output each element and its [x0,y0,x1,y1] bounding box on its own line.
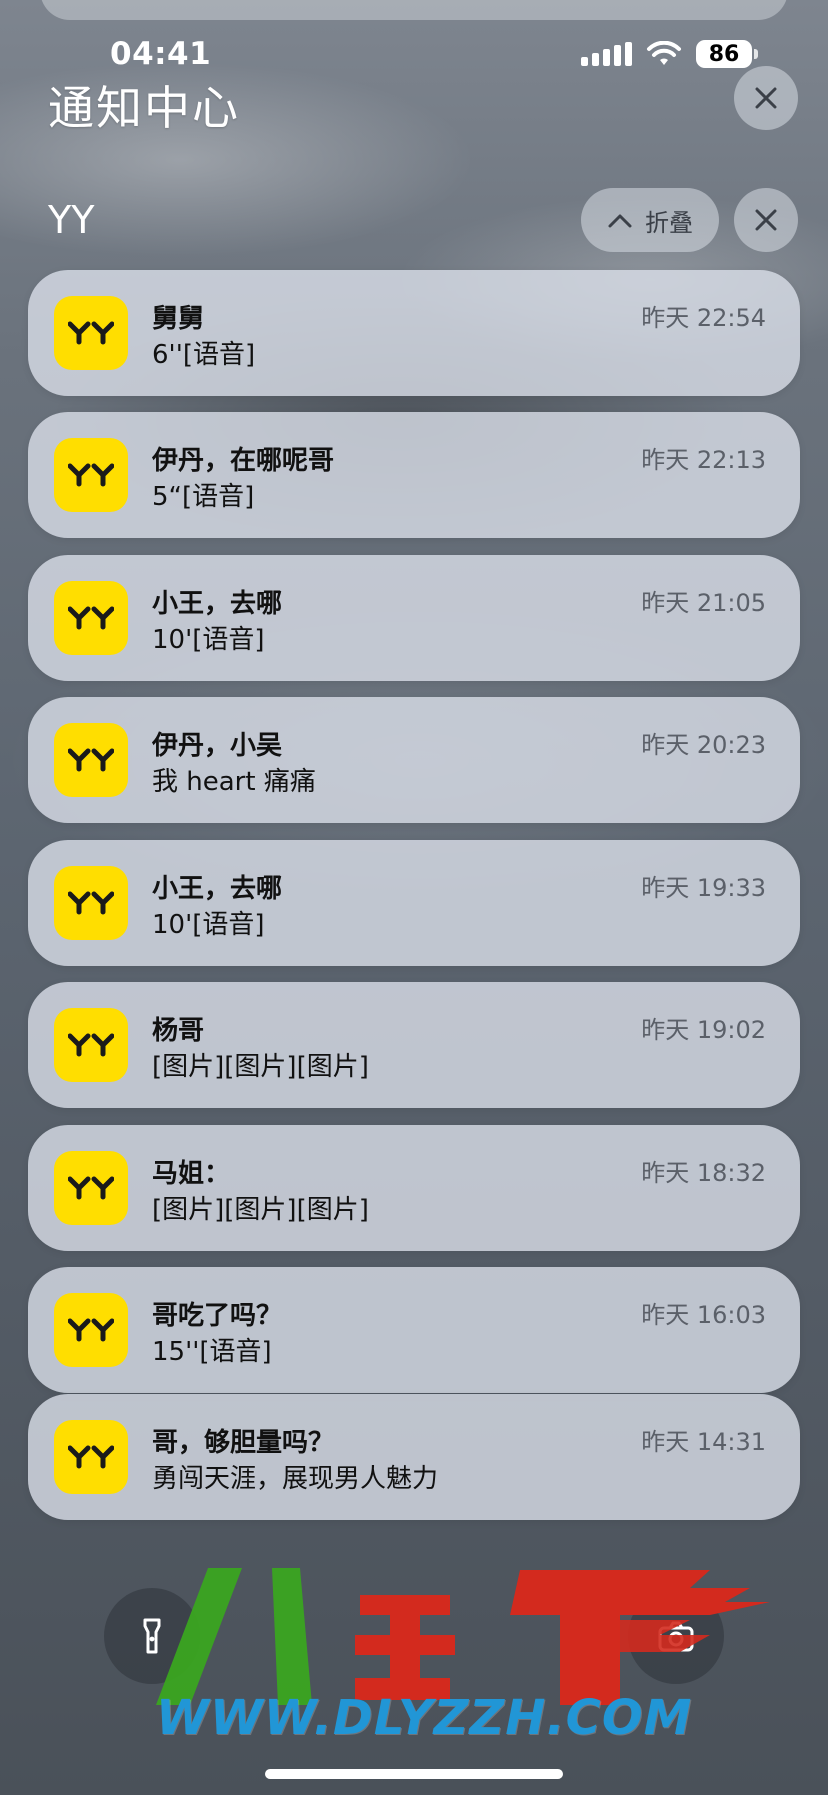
notification-card[interactable]: 哥，够胆量吗？ 勇闯天涯，展现男人魅力 昨天 14:31 [28,1394,800,1520]
close-icon [755,209,777,231]
notification-title: 小王，去哪 [152,874,283,904]
notification-card[interactable]: 小王，去哪 10'[语音] 昨天 19:33 [28,840,800,966]
notification-body: [图片][图片][图片] [152,1052,369,1082]
chevron-up-icon [608,214,632,228]
yy-app-icon [54,1151,128,1225]
yy-logo-icon [68,748,114,772]
notification-time: 昨天 21:05 [641,589,766,617]
yy-logo-icon [68,606,114,630]
battery-indicator: 86 [696,40,758,68]
notification-card[interactable]: 杨哥 [图片][图片][图片] 昨天 19:02 [28,982,800,1108]
wifi-icon [647,41,681,65]
collapse-button[interactable]: 折叠 [581,188,719,252]
home-indicator[interactable] [265,1769,563,1779]
close-icon [755,87,777,109]
clear-group-button[interactable] [734,188,798,252]
yy-app-icon [54,296,128,370]
notification-card[interactable]: 哥吃了吗？ 15''[语音] 昨天 16:03 [28,1267,800,1393]
yy-app-icon [54,1420,128,1494]
yy-app-icon [54,1008,128,1082]
notification-body: 15''[语音] [152,1337,272,1367]
yy-app-icon [54,581,128,655]
status-icons: 86 [581,40,758,68]
signal-icon [581,42,632,66]
yy-logo-icon [68,1033,114,1057]
notification-time: 昨天 16:03 [641,1301,766,1329]
collapse-label: 折叠 [645,208,693,237]
notification-card[interactable]: 伊丹，小吴 我 heart 痛痛 昨天 20:23 [28,697,800,823]
previous-notification-edge [40,0,788,20]
notification-time: 昨天 14:31 [641,1428,766,1456]
notification-body: 5“[语音] [152,482,255,512]
notification-time: 昨天 22:54 [641,304,766,332]
notification-center-title: 通知中心 [48,81,240,135]
notification-body: 10'[语音] [152,625,265,655]
notification-title: 伊丹，在哪呢哥 [152,446,335,476]
status-time: 04:41 [110,36,212,72]
yy-logo-icon [68,1176,114,1200]
yy-logo-icon [68,463,114,487]
notification-title: 杨哥 [152,1016,205,1046]
yy-app-icon [54,866,128,940]
notification-card[interactable]: 马姐： [图片][图片][图片] 昨天 18:32 [28,1125,800,1251]
yy-logo-icon [68,1445,114,1469]
yy-app-icon [54,1293,128,1367]
notification-body: 10'[语音] [152,910,265,940]
group-app-name: YY [48,198,95,242]
notification-title: 舅舅 [152,304,205,334]
notification-body: 勇闯天涯，展现男人魅力 [152,1464,439,1494]
notification-time: 昨天 19:33 [641,874,766,902]
yy-logo-icon [68,321,114,345]
notification-body: 6''[语音] [152,340,256,370]
notification-card[interactable]: 小王，去哪 10'[语音] 昨天 21:05 [28,555,800,681]
notification-body: 我 heart 痛痛 [152,767,316,797]
notification-title: 小王，去哪 [152,589,283,619]
yy-logo-icon [68,1318,114,1342]
notification-time: 昨天 19:02 [641,1016,766,1044]
yy-logo-icon [68,891,114,915]
notification-title: 哥吃了吗？ [152,1301,283,1331]
notification-card[interactable]: 舅舅 6''[语音] 昨天 22:54 [28,270,800,396]
yy-app-icon [54,723,128,797]
notification-title: 马姐： [152,1159,231,1189]
notification-title: 伊丹，小吴 [152,731,283,761]
notification-time: 昨天 20:23 [641,731,766,759]
notification-card[interactable]: 伊丹，在哪呢哥 5“[语音] 昨天 22:13 [28,412,800,538]
notification-time: 昨天 22:13 [641,446,766,474]
notification-time: 昨天 18:32 [641,1159,766,1187]
watermark-url: WWW.DLYZZH.COM [156,1690,693,1746]
clear-all-button[interactable] [734,66,798,130]
notification-body: [图片][图片][图片] [152,1195,369,1225]
yy-app-icon [54,438,128,512]
notification-title: 哥，够胆量吗？ [152,1428,335,1458]
